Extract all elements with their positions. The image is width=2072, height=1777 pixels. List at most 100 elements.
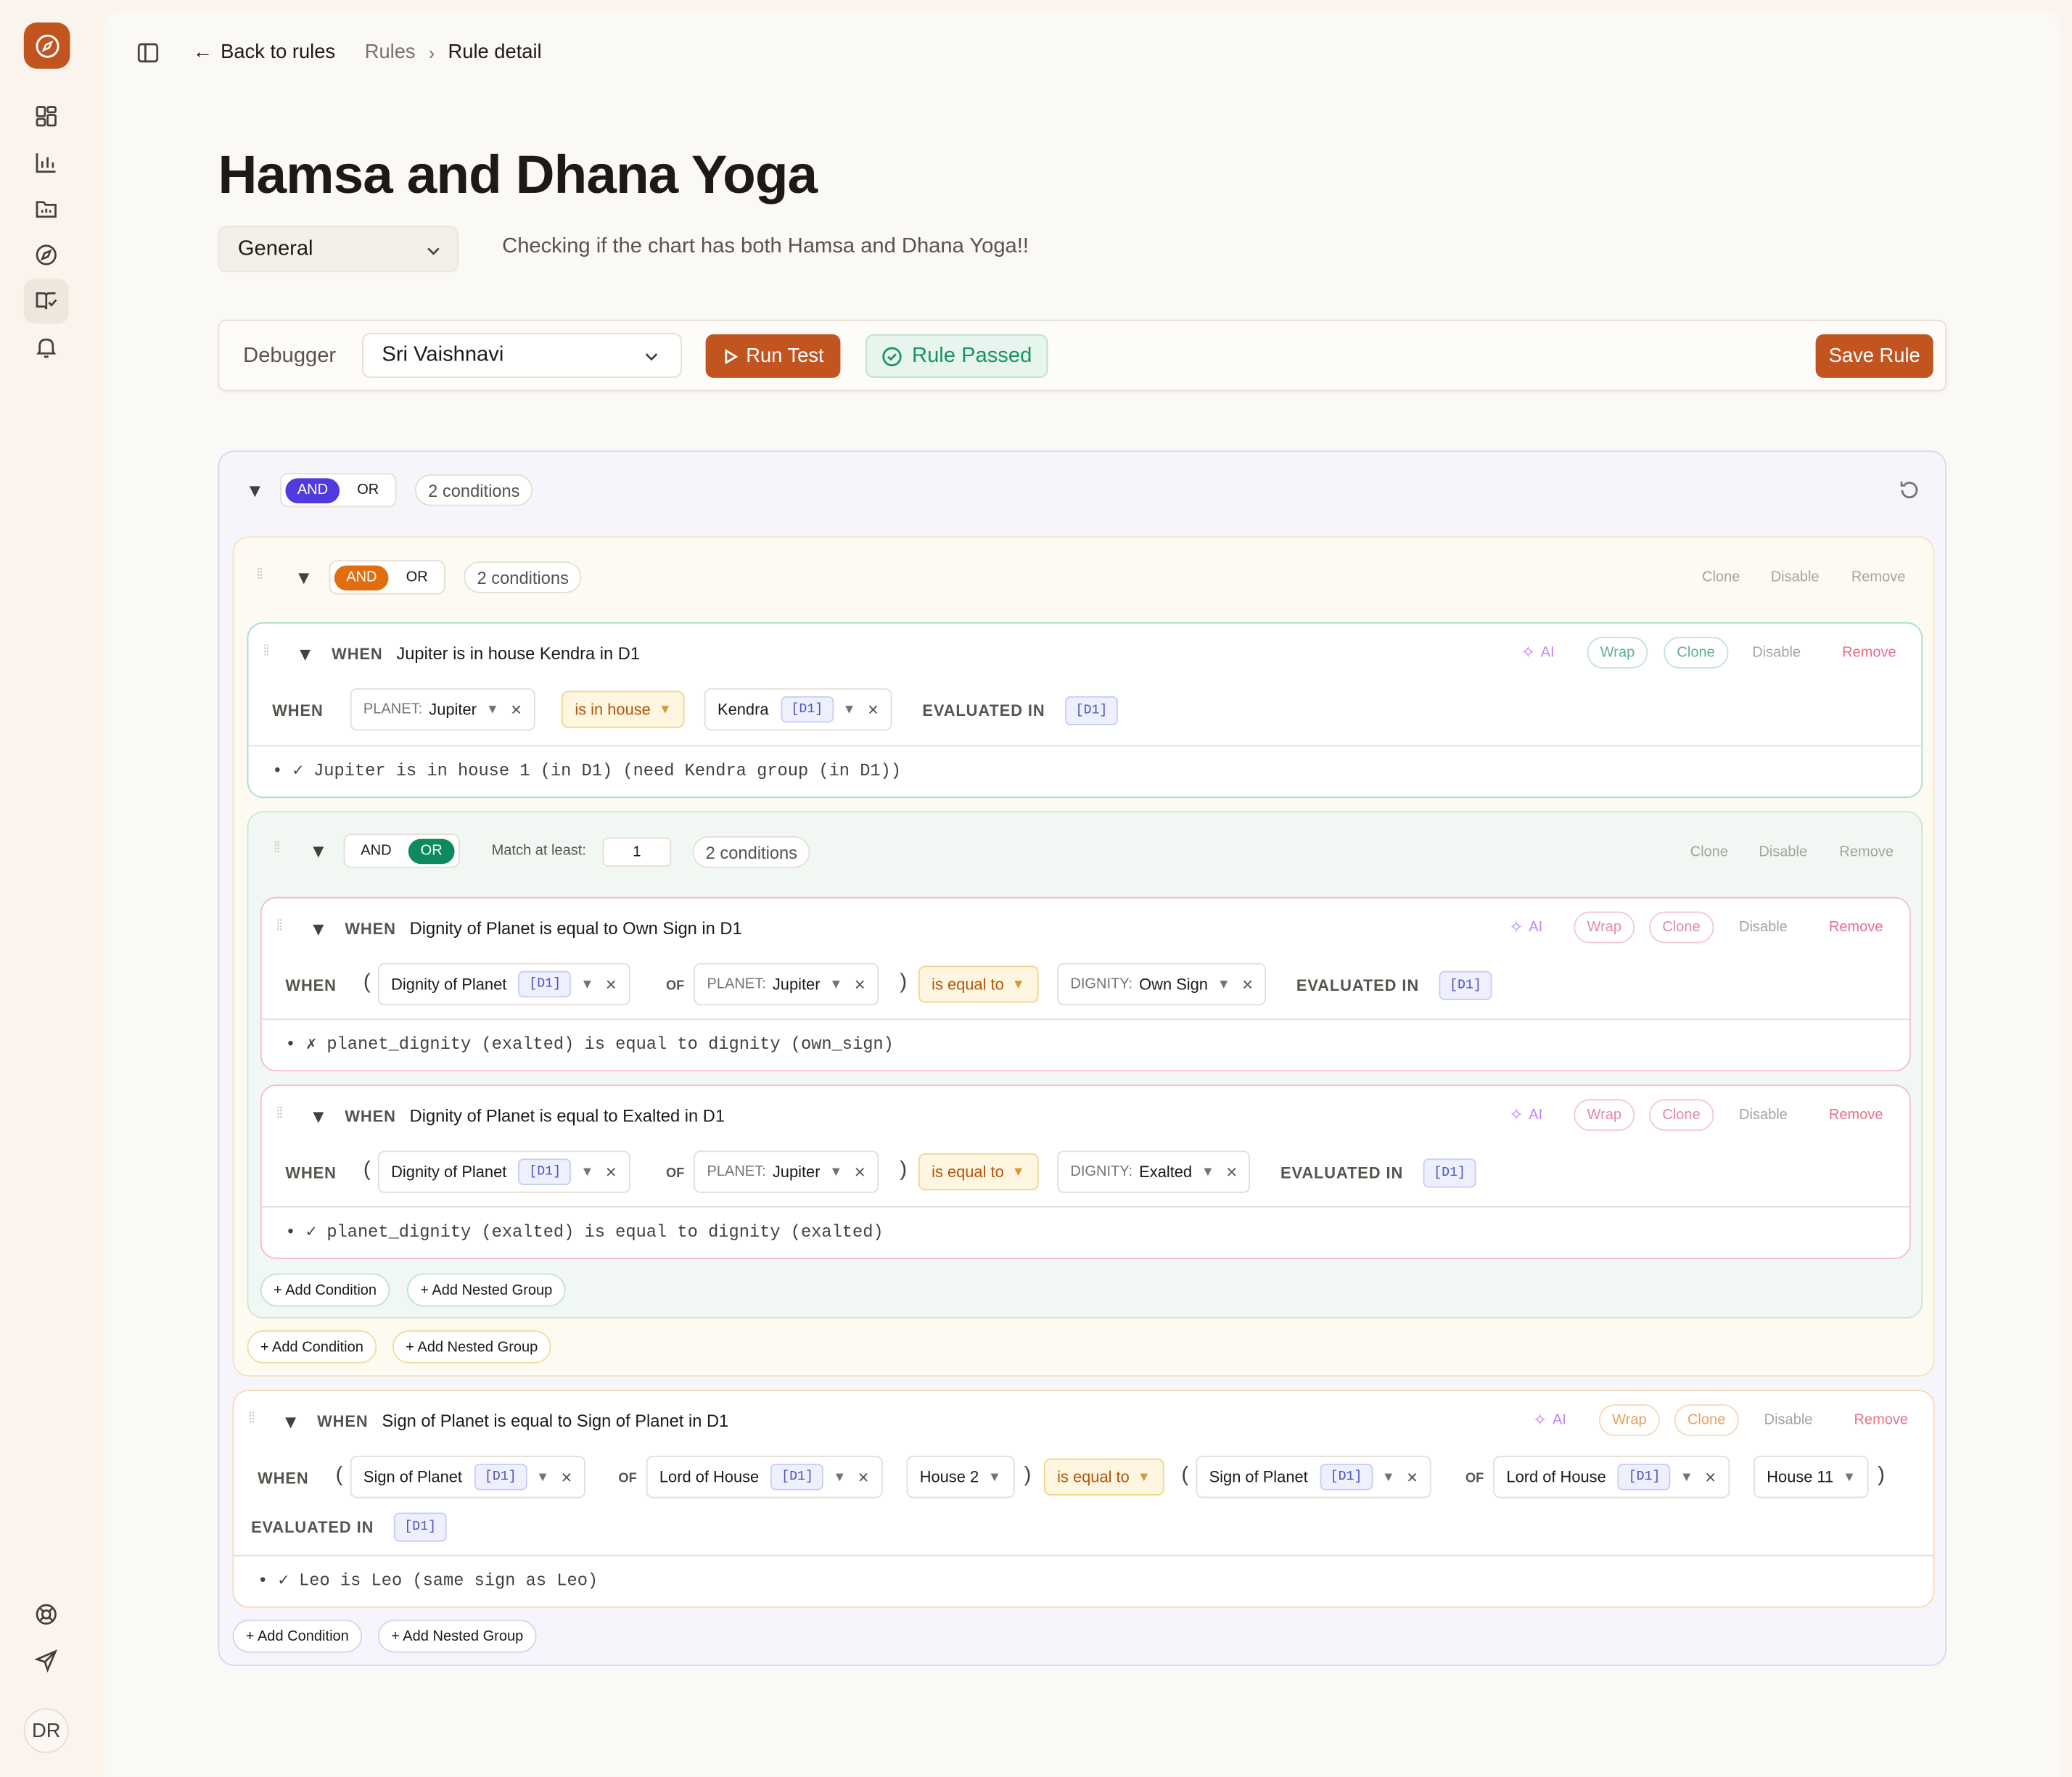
ai-button[interactable]: ✧ AI	[1509, 1105, 1542, 1126]
planet-select[interactable]: PLANET: Jupiter ▼ ×	[350, 688, 535, 731]
operator-select[interactable]: is equal to ▼	[918, 1153, 1038, 1191]
drag-handle-icon[interactable]: ⁞⁞	[248, 1411, 255, 1426]
remove-button[interactable]: Remove	[1839, 844, 1894, 860]
and-toggle[interactable]: AND	[285, 477, 340, 503]
dignity-select[interactable]: DIGNITY: Own Sign ▼ ×	[1057, 962, 1267, 1006]
drag-handle-icon[interactable]: ⁞⁞	[256, 567, 263, 582]
save-rule-button[interactable]: Save Rule	[1815, 334, 1933, 378]
drag-handle-icon[interactable]: ⁞⁞	[263, 644, 269, 659]
folder-icon[interactable]	[24, 186, 69, 231]
ai-button[interactable]: ✧ AI	[1521, 642, 1554, 663]
close-icon[interactable]: ×	[1226, 1161, 1237, 1182]
breadcrumb-rules[interactable]: Rules	[365, 41, 416, 63]
chart-icon[interactable]	[24, 140, 69, 185]
collapse-caret-icon[interactable]: ▼	[281, 1411, 300, 1432]
operator-select[interactable]: is equal to ▼	[1043, 1458, 1164, 1496]
remove-button[interactable]: Remove	[1842, 645, 1896, 661]
and-toggle[interactable]: AND	[334, 564, 389, 590]
clone-button[interactable]: Clone	[1649, 1099, 1714, 1131]
ai-button[interactable]: ✧ AI	[1509, 917, 1542, 938]
drag-handle-icon[interactable]: ⁞⁞	[276, 1106, 283, 1121]
varga-badge[interactable]: [D1]	[393, 1512, 447, 1542]
or-toggle[interactable]: OR	[408, 838, 455, 864]
close-icon[interactable]: ×	[855, 1161, 866, 1182]
collapse-caret-icon[interactable]: ▼	[309, 918, 327, 939]
drag-handle-icon[interactable]: ⁞⁞	[276, 919, 283, 933]
wrap-button[interactable]: Wrap	[1574, 911, 1635, 944]
add-condition-button[interactable]: + Add Condition	[247, 1330, 377, 1364]
lord-of-house-select[interactable]: Lord of House [D1] ▼ ×	[646, 1456, 882, 1498]
wrap-button[interactable]: Wrap	[1574, 1099, 1635, 1131]
varga-badge[interactable]: [D1]	[1065, 696, 1118, 725]
add-condition-button[interactable]: + Add Condition	[232, 1620, 363, 1653]
varga-badge[interactable]: [D1]	[1423, 1158, 1476, 1188]
close-icon[interactable]: ×	[858, 1467, 869, 1488]
disable-button[interactable]: Disable	[1759, 844, 1807, 860]
clone-button[interactable]: Clone	[1702, 569, 1740, 585]
category-select[interactable]: General	[218, 226, 459, 273]
back-to-rules-link[interactable]: ← Back to rules	[193, 41, 335, 63]
function-select[interactable]: Dignity of Planet [D1] ▼ ×	[377, 1150, 630, 1193]
dignity-select[interactable]: DIGNITY: Exalted ▼ ×	[1057, 1150, 1251, 1193]
disable-button[interactable]: Disable	[1739, 920, 1788, 936]
sidebar-toggle-icon[interactable]	[136, 41, 160, 71]
or-toggle[interactable]: OR	[394, 565, 440, 590]
remove-button[interactable]: Remove	[1854, 1412, 1908, 1428]
remove-button[interactable]: Remove	[1829, 1107, 1883, 1123]
clone-button[interactable]: Clone	[1664, 636, 1728, 669]
disable-button[interactable]: Disable	[1764, 1412, 1813, 1428]
close-icon[interactable]: ×	[1407, 1467, 1418, 1488]
clone-button[interactable]: Clone	[1674, 1404, 1739, 1436]
disable-button[interactable]: Disable	[1739, 1107, 1788, 1123]
remove-button[interactable]: Remove	[1829, 920, 1883, 936]
dashboard-icon[interactable]	[24, 94, 69, 139]
clone-button[interactable]: Clone	[1690, 844, 1728, 860]
planet-select[interactable]: PLANET: Jupiter ▼ ×	[694, 962, 879, 1006]
add-nested-group-button[interactable]: + Add Nested Group	[392, 1330, 551, 1364]
ai-button[interactable]: ✧ AI	[1533, 1409, 1566, 1430]
collapse-caret-icon[interactable]: ▼	[309, 840, 327, 861]
wrap-button[interactable]: Wrap	[1587, 636, 1648, 669]
add-nested-group-button[interactable]: + Add Nested Group	[377, 1620, 537, 1653]
send-icon[interactable]	[24, 1638, 69, 1683]
varga-badge[interactable]: [D1]	[1439, 970, 1492, 1000]
house-select[interactable]: House 11 ▼	[1754, 1456, 1870, 1498]
close-icon[interactable]: ×	[511, 699, 522, 720]
house-select[interactable]: House 2 ▼	[906, 1456, 1015, 1498]
bell-icon[interactable]	[24, 325, 69, 370]
lord-of-house-select[interactable]: Lord of House [D1] ▼ ×	[1493, 1456, 1730, 1498]
book-check-icon[interactable]	[23, 279, 69, 324]
remove-button[interactable]: Remove	[1851, 569, 1906, 585]
logo-compass-icon[interactable]	[23, 22, 70, 69]
rule-description[interactable]: Checking if the chart has both Hamsa and…	[502, 235, 1029, 259]
drag-handle-icon[interactable]: ⁞⁞	[274, 841, 280, 855]
disable-button[interactable]: Disable	[1771, 569, 1820, 585]
close-icon[interactable]: ×	[1705, 1467, 1716, 1488]
function-select[interactable]: Sign of Planet [D1] ▼ ×	[1196, 1456, 1431, 1498]
planet-select[interactable]: PLANET: Jupiter ▼ ×	[694, 1150, 879, 1193]
close-icon[interactable]: ×	[606, 973, 617, 994]
house-select[interactable]: Kendra [D1] ▼ ×	[704, 688, 892, 731]
add-nested-group-button[interactable]: + Add Nested Group	[407, 1273, 566, 1307]
close-icon[interactable]: ×	[855, 973, 866, 994]
run-test-button[interactable]: Run Test	[705, 334, 841, 378]
compass-icon[interactable]	[24, 233, 69, 278]
wrap-button[interactable]: Wrap	[1598, 1404, 1660, 1436]
avatar[interactable]: DR	[23, 1708, 69, 1754]
function-select[interactable]: Sign of Planet [D1] ▼ ×	[350, 1456, 585, 1498]
operator-select[interactable]: is in house ▼	[562, 690, 686, 728]
operator-select[interactable]: is equal to ▼	[918, 965, 1038, 1003]
collapse-caret-icon[interactable]: ▼	[296, 643, 314, 664]
collapse-caret-icon[interactable]: ▼	[295, 566, 313, 587]
add-condition-button[interactable]: + Add Condition	[260, 1273, 390, 1307]
close-icon[interactable]: ×	[1242, 973, 1253, 994]
reset-icon[interactable]	[1898, 478, 1922, 508]
close-icon[interactable]: ×	[868, 699, 879, 720]
clone-button[interactable]: Clone	[1649, 911, 1714, 944]
and-toggle[interactable]: AND	[349, 838, 403, 864]
disable-button[interactable]: Disable	[1752, 645, 1801, 661]
match-at-least-input[interactable]: 1	[602, 837, 672, 867]
function-select[interactable]: Dignity of Planet [D1] ▼ ×	[377, 962, 630, 1006]
close-icon[interactable]: ×	[606, 1161, 617, 1182]
collapse-caret-icon[interactable]: ▼	[246, 479, 264, 500]
